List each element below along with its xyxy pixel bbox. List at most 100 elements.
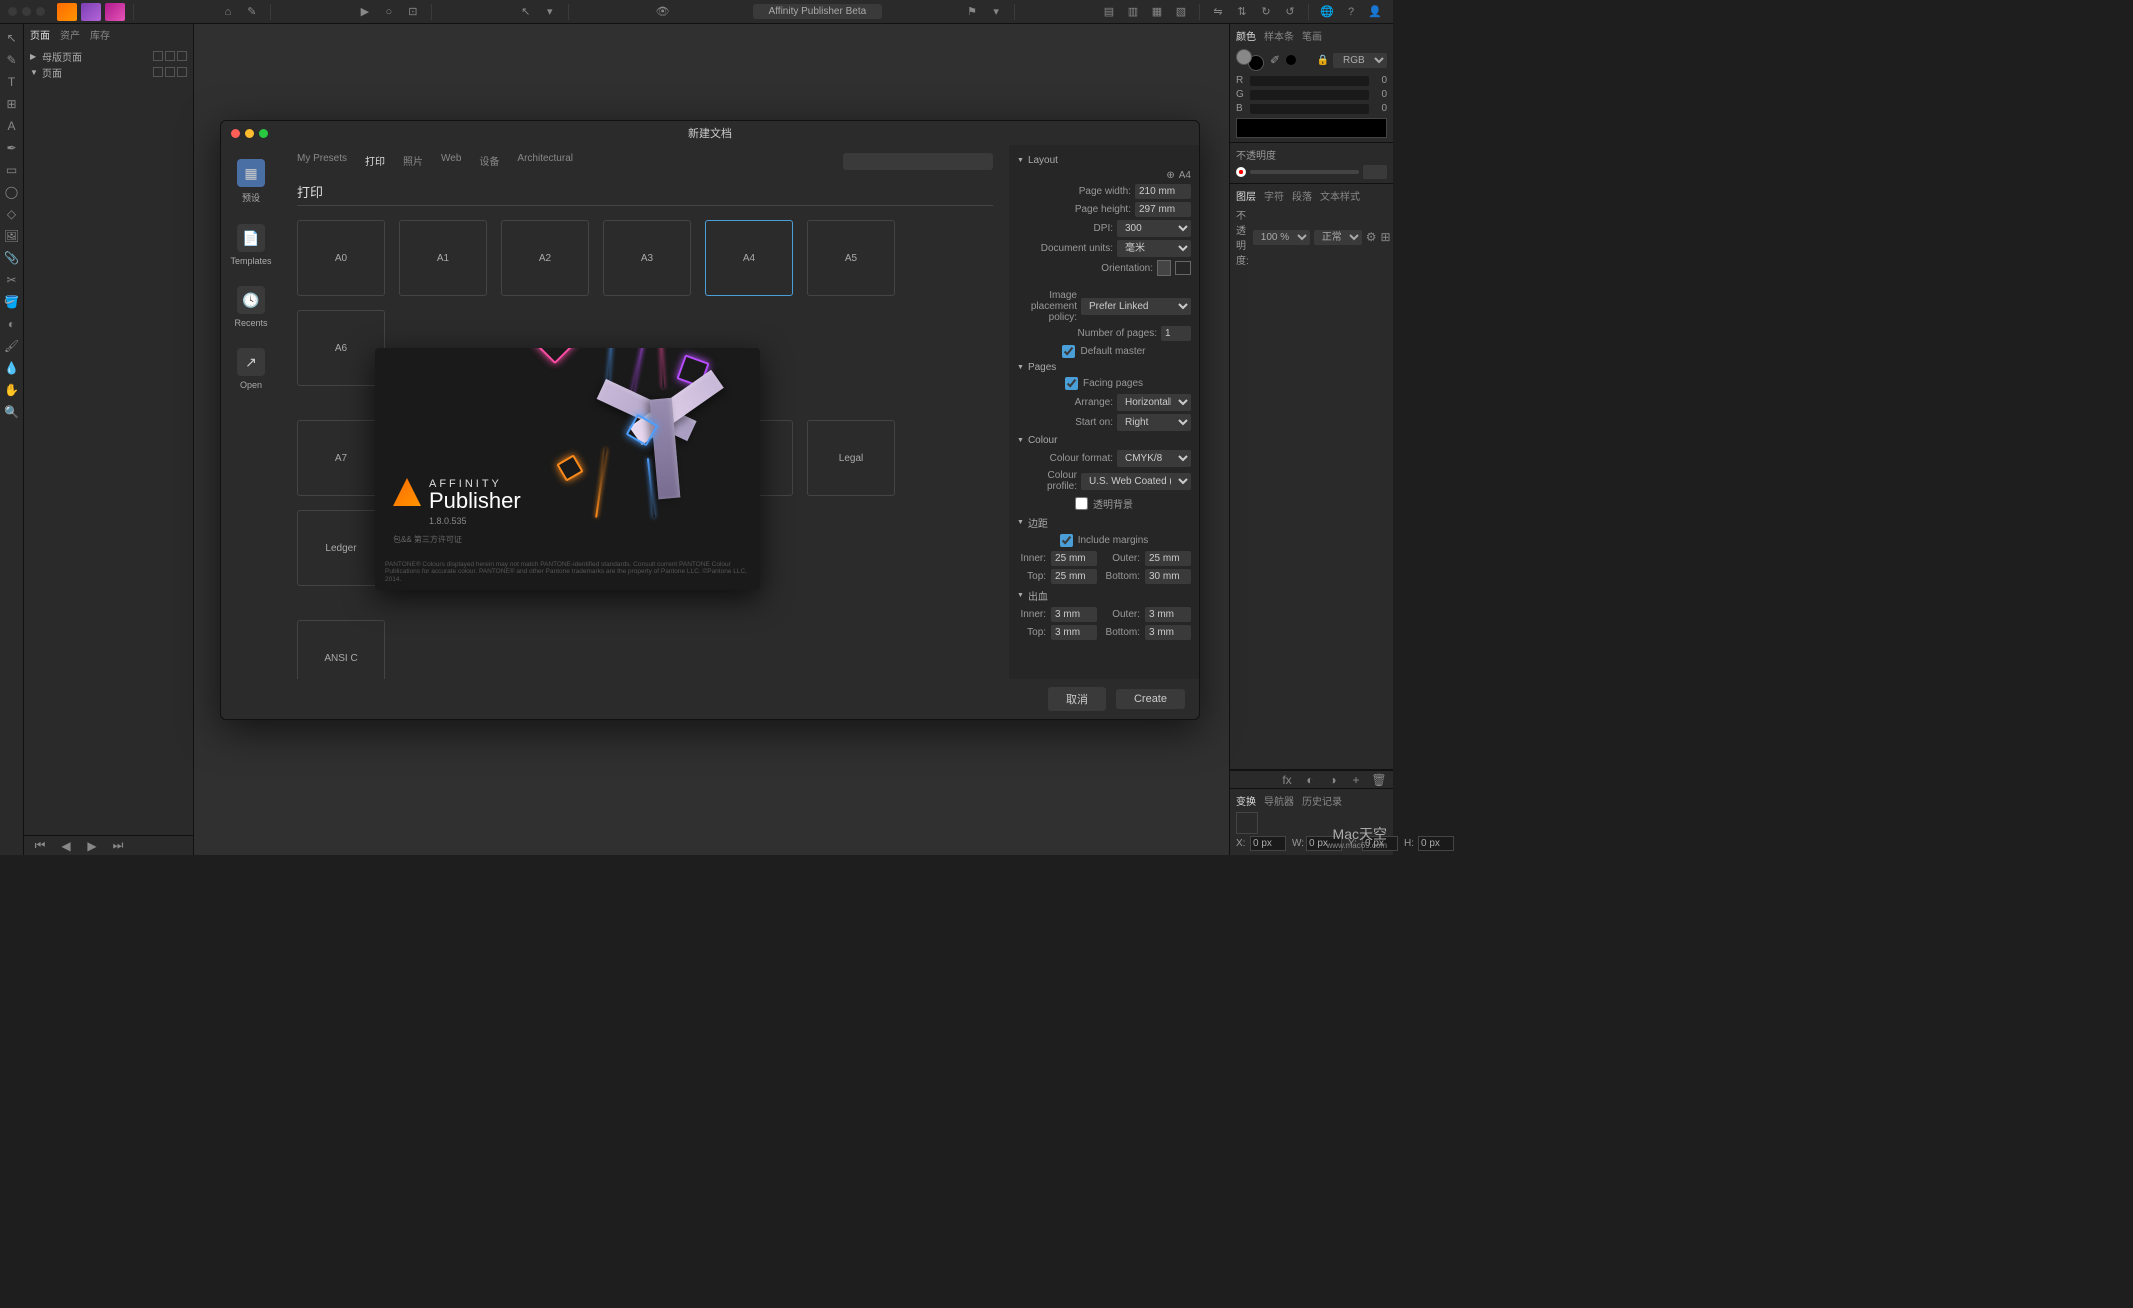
fill-tool-icon[interactable]: 🪣 <box>2 292 22 312</box>
ipp-select[interactable]: Prefer Linked <box>1081 298 1191 315</box>
fill-color-icon[interactable] <box>1236 49 1252 65</box>
margin-outer-input[interactable] <box>1145 551 1191 566</box>
flip-h-icon[interactable]: ⇋ <box>1208 3 1228 21</box>
tab-transform[interactable]: 变换 <box>1236 793 1256 808</box>
h-input[interactable] <box>1418 836 1454 851</box>
grid-icon[interactable]: ⊞ <box>1381 227 1391 247</box>
cancel-button[interactable]: 取消 <box>1048 687 1106 711</box>
align-right-icon[interactable]: ▦ <box>1147 3 1167 21</box>
bleed-inner-input[interactable] <box>1051 607 1097 622</box>
section-margins[interactable]: 边距 <box>1017 515 1191 530</box>
crop-tool-icon[interactable]: ✂ <box>2 270 22 290</box>
preset-a1[interactable]: A1 <box>399 220 487 296</box>
node-tool-icon[interactable]: ✎ <box>2 50 22 70</box>
home-icon[interactable]: ⌂ <box>218 3 238 21</box>
align-center-icon[interactable]: ▥ <box>1123 3 1143 21</box>
shape-tool-icon[interactable]: ◇ <box>2 204 22 224</box>
sample-color-icon[interactable] <box>1286 55 1296 65</box>
tree-row-pages[interactable]: ▼ 页面 <box>30 64 187 80</box>
text-frame-tool-icon[interactable]: T <box>2 72 22 92</box>
close-window-icon[interactable] <box>8 7 17 16</box>
add-layer-icon[interactable]: + <box>1346 770 1366 790</box>
dropdown-icon[interactable]: ▾ <box>986 3 1006 21</box>
r-slider[interactable] <box>1250 76 1369 86</box>
eye-icon[interactable]: 👁 <box>653 3 673 21</box>
next-page-icon[interactable]: ▶ <box>82 836 102 856</box>
pin-icon[interactable]: ✎ <box>242 3 262 21</box>
tab-stock[interactable]: 库存 <box>90 27 110 42</box>
camera-icon[interactable]: ⊡ <box>403 3 423 21</box>
doc-tab-mypresets[interactable]: My Presets <box>297 153 347 172</box>
publisher-persona-button[interactable] <box>105 3 125 21</box>
first-page-icon[interactable]: ⏮ <box>30 836 50 856</box>
delete-layer-icon[interactable]: 🗑 <box>1369 770 1389 790</box>
play-icon[interactable]: ▶ <box>355 3 375 21</box>
page-height-input[interactable] <box>1135 202 1191 217</box>
effects-icon[interactable]: fx <box>1277 770 1297 790</box>
preset-a5[interactable]: A5 <box>807 220 895 296</box>
doc-tab-web[interactable]: Web <box>441 153 461 172</box>
flip-v-icon[interactable]: ⇅ <box>1232 3 1252 21</box>
preset-a7[interactable]: A7 <box>297 420 385 496</box>
doc-tab-architectural[interactable]: Architectural <box>517 153 573 172</box>
section-bleed[interactable]: 出血 <box>1017 588 1191 603</box>
sidebar-item-open[interactable]: ↗ Open <box>233 344 269 394</box>
photo-persona-button[interactable] <box>81 3 101 21</box>
row-icon[interactable] <box>165 51 175 61</box>
add-page-icon[interactable]: ⊕ <box>1166 170 1174 181</box>
tab-color[interactable]: 颜色 <box>1236 28 1256 43</box>
view-tool-icon[interactable]: ✋ <box>2 380 22 400</box>
colour-picker-tool-icon[interactable]: 💧 <box>2 358 22 378</box>
gear-icon[interactable]: ⚙ <box>1366 227 1377 247</box>
margin-top-input[interactable] <box>1051 569 1097 584</box>
prev-page-icon[interactable]: ◀ <box>56 836 76 856</box>
tab-layers[interactable]: 图层 <box>1236 188 1256 203</box>
rectangle-tool-icon[interactable]: ▭ <box>2 160 22 180</box>
picture-frame-tool-icon[interactable]: 🖼 <box>2 226 22 246</box>
g-slider[interactable] <box>1250 90 1369 100</box>
color-mode-select[interactable]: RGB <box>1333 53 1387 68</box>
opacity-value-box[interactable] <box>1363 165 1387 179</box>
doc-tab-print[interactable]: 打印 <box>365 153 385 172</box>
create-button[interactable]: Create <box>1116 689 1185 709</box>
record-icon[interactable]: ○ <box>379 3 399 21</box>
row-icon[interactable] <box>177 67 187 77</box>
zoom-tool-icon[interactable]: 🔍 <box>2 402 22 422</box>
vector-brush-tool-icon[interactable]: 🖌 <box>2 336 22 356</box>
user-icon[interactable]: 👤 <box>1365 3 1385 21</box>
b-slider[interactable] <box>1250 104 1369 114</box>
colour-profile-select[interactable]: U.S. Web Coated (SWOP) v2 <box>1081 473 1191 490</box>
zoom-window-icon[interactable] <box>36 7 45 16</box>
layer-opacity-select[interactable]: 100 % <box>1253 230 1310 245</box>
page-width-input[interactable] <box>1135 184 1191 199</box>
dpi-select[interactable]: 300 <box>1117 220 1191 237</box>
ellipse-tool-icon[interactable]: ◯ <box>2 182 22 202</box>
chevron-down-icon[interactable]: ▾ <box>540 3 560 21</box>
distribute-icon[interactable]: ▧ <box>1171 3 1191 21</box>
tab-assets[interactable]: 资产 <box>60 27 80 42</box>
artistic-text-tool-icon[interactable]: A <box>2 116 22 136</box>
table-tool-icon[interactable]: ⊞ <box>2 94 22 114</box>
pen-tool-icon[interactable]: ✒ <box>2 138 22 158</box>
minimize-window-icon[interactable] <box>22 7 31 16</box>
help-icon[interactable]: ? <box>1341 3 1361 21</box>
blend-mode-select[interactable]: 正常 <box>1314 230 1362 245</box>
section-layout[interactable]: Layout <box>1017 155 1191 166</box>
tab-stroke[interactable]: 笔画 <box>1302 28 1322 43</box>
eyedropper-icon[interactable]: ✐ <box>1270 53 1280 67</box>
pointer-small-icon[interactable]: ↖ <box>516 3 536 21</box>
preset-ledger[interactable]: Ledger <box>297 510 385 586</box>
tab-text-styles[interactable]: 文本样式 <box>1320 188 1360 203</box>
preset-a6[interactable]: A6 <box>297 310 385 386</box>
row-icon[interactable] <box>153 67 163 77</box>
facing-pages-checkbox[interactable] <box>1065 377 1078 390</box>
doc-tab-devices[interactable]: 设备 <box>479 153 499 172</box>
adjust-icon[interactable]: ◑ <box>1323 770 1343 790</box>
colour-format-select[interactable]: CMYK/8 <box>1117 450 1191 467</box>
sidebar-item-presets[interactable]: ▦ 预设 <box>233 155 269 208</box>
anchor-point-icon[interactable] <box>1236 812 1258 834</box>
tree-arrow-icon[interactable]: ▶ <box>30 52 38 61</box>
row-icon[interactable] <box>153 51 163 61</box>
transparency-tool-icon[interactable]: ◐ <box>2 314 22 334</box>
flag-icon[interactable]: ⚑ <box>962 3 982 21</box>
